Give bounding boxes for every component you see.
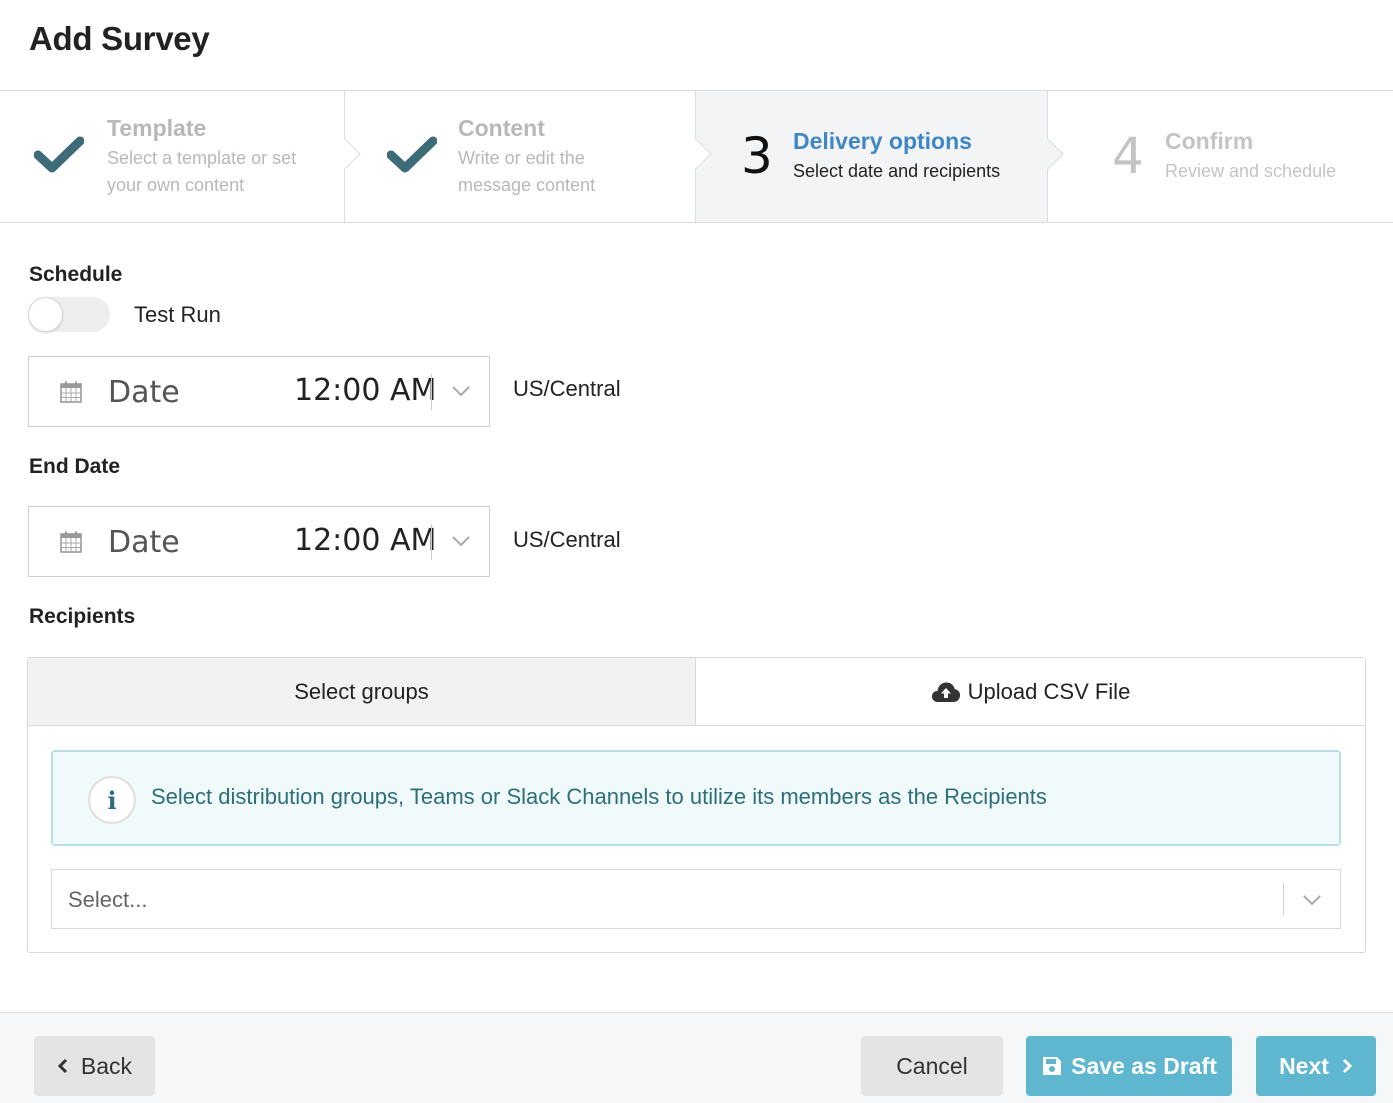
step-confirm[interactable]: 4 Confirm Review and schedule — [1048, 91, 1393, 222]
start-datetime-picker[interactable]: Date 12:00 AM — [28, 356, 490, 427]
step-title: Content — [458, 115, 545, 141]
end-datetime-picker[interactable]: Date 12:00 AM — [28, 506, 490, 577]
step-content[interactable]: Content Write or edit the message conten… — [345, 91, 712, 222]
step-title: Template — [107, 115, 207, 141]
check-icon — [387, 136, 437, 173]
chevron-down-icon[interactable] — [451, 534, 471, 548]
tab-select-groups[interactable]: Select groups — [28, 658, 696, 725]
chevron-left-icon — [57, 1058, 67, 1074]
cancel-label: Cancel — [896, 1052, 968, 1079]
step-desc: your own content — [107, 175, 245, 195]
recipients-card: Select groups Upload CSV File i Select d… — [27, 657, 1366, 953]
recipients-label: Recipients — [29, 605, 136, 628]
check-icon — [34, 136, 84, 173]
end-date-label: End Date — [29, 455, 121, 478]
step-number: 3 — [741, 127, 773, 185]
timezone-label: US/Central — [513, 376, 621, 401]
next-button[interactable]: Next — [1256, 1036, 1376, 1096]
step-desc: Select date and recipients — [793, 161, 1001, 181]
info-alert: i Select distribution groups, Teams or S… — [51, 750, 1341, 846]
back-label: Back — [80, 1052, 133, 1079]
tab-upload-csv[interactable]: Upload CSV File — [696, 658, 1365, 725]
info-message: Select distribution groups, Teams or Sla… — [151, 784, 1047, 809]
cloud-upload-icon — [931, 682, 960, 702]
wizard-stepper: Template Select a template or set your o… — [0, 91, 1393, 223]
save-draft-button[interactable]: Save as Draft — [1026, 1036, 1232, 1096]
step-delivery-options[interactable]: 3 Delivery options Select date and recip… — [696, 91, 1064, 222]
time-value[interactable]: 12:00 AM — [294, 523, 436, 558]
calendar-icon — [60, 381, 82, 403]
step-title: Delivery options — [793, 128, 972, 154]
cancel-button[interactable]: Cancel — [861, 1036, 1003, 1096]
calendar-icon — [60, 531, 82, 553]
page-title: Add Survey — [29, 20, 210, 57]
chevron-down-icon[interactable] — [451, 384, 471, 398]
toggle-knob — [28, 297, 63, 332]
step-desc: Write or edit the — [458, 148, 585, 168]
page-header: Add Survey — [0, 0, 1393, 91]
tab-label: Upload CSV File — [967, 678, 1131, 704]
step-desc: Select a template or set — [107, 148, 297, 168]
select-placeholder: Select... — [68, 887, 148, 912]
step-title: Confirm — [1165, 128, 1254, 154]
step-desc: Review and schedule — [1165, 161, 1337, 181]
chevron-right-icon — [1342, 1058, 1353, 1074]
test-run-label: Test Run — [134, 302, 221, 327]
time-value[interactable]: 12:00 AM — [294, 373, 436, 408]
date-input[interactable]: Date — [108, 375, 180, 410]
timezone-label: US/Central — [513, 527, 621, 552]
tab-label: Select groups — [294, 678, 429, 704]
step-template[interactable]: Template Select a template or set your o… — [0, 91, 361, 222]
save-draft-label: Save as Draft — [1071, 1052, 1217, 1079]
save-icon — [1043, 1057, 1062, 1075]
groups-select[interactable]: Select... — [51, 869, 1341, 929]
footer-bar: Back Cancel Save as Draft Next — [0, 1012, 1393, 1103]
back-button[interactable]: Back — [34, 1036, 155, 1096]
info-icon: i — [88, 776, 136, 824]
recipients-tabs: Select groups Upload CSV File — [28, 658, 1365, 726]
next-label: Next — [1279, 1052, 1329, 1079]
date-input[interactable]: Date — [108, 525, 180, 560]
step-number: 4 — [1112, 127, 1144, 185]
test-run-toggle[interactable] — [28, 297, 110, 332]
step-desc: message content — [458, 175, 596, 195]
schedule-label: Schedule — [29, 263, 123, 286]
chevron-down-icon[interactable] — [1302, 893, 1322, 907]
